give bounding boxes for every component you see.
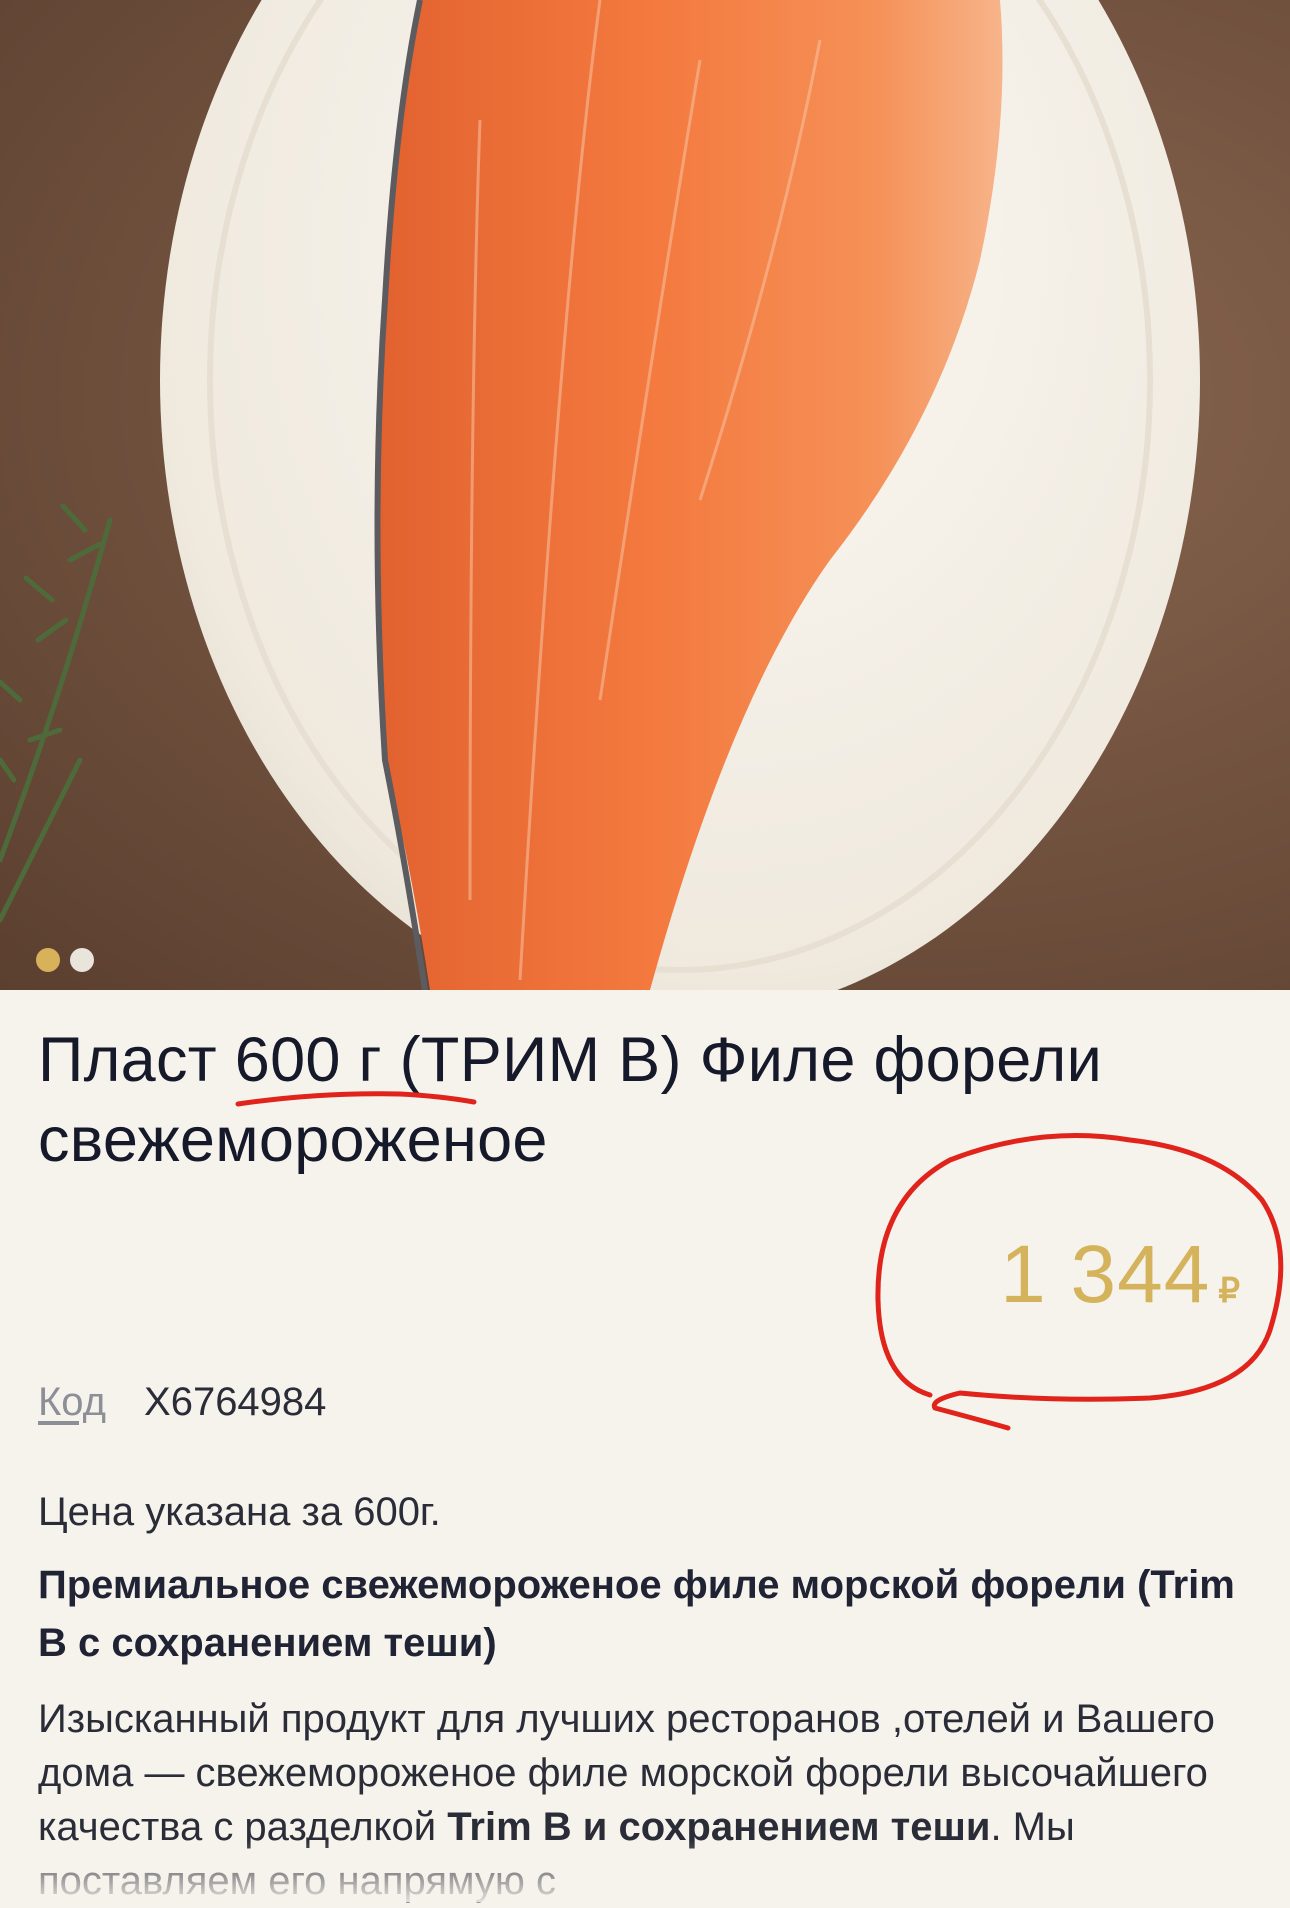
carousel-dot[interactable] xyxy=(70,948,94,972)
product-image xyxy=(0,0,1200,990)
product-price: 1 344 ₽ xyxy=(1000,1228,1240,1322)
ruble-icon: ₽ xyxy=(1218,1272,1240,1310)
product-photo-carousel[interactable] xyxy=(0,0,1290,990)
price-note: Цена указана за 600г. xyxy=(38,1490,441,1534)
code-label-link[interactable]: Код xyxy=(38,1380,106,1425)
product-title: Пласт 600 г (ТРИМ В) Филе форели свежемо… xyxy=(38,1025,1103,1175)
product-code-row: Код X6764984 xyxy=(38,1380,326,1425)
carousel-dot-active[interactable] xyxy=(36,948,60,972)
description-heading: Премиальное свежемороженое филе морской … xyxy=(38,1563,1235,1665)
text-fade-overlay xyxy=(0,1840,1290,1902)
product-code: X6764984 xyxy=(144,1380,327,1424)
carousel-indicator[interactable] xyxy=(36,948,94,972)
price-amount: 1 344 xyxy=(1000,1229,1211,1320)
